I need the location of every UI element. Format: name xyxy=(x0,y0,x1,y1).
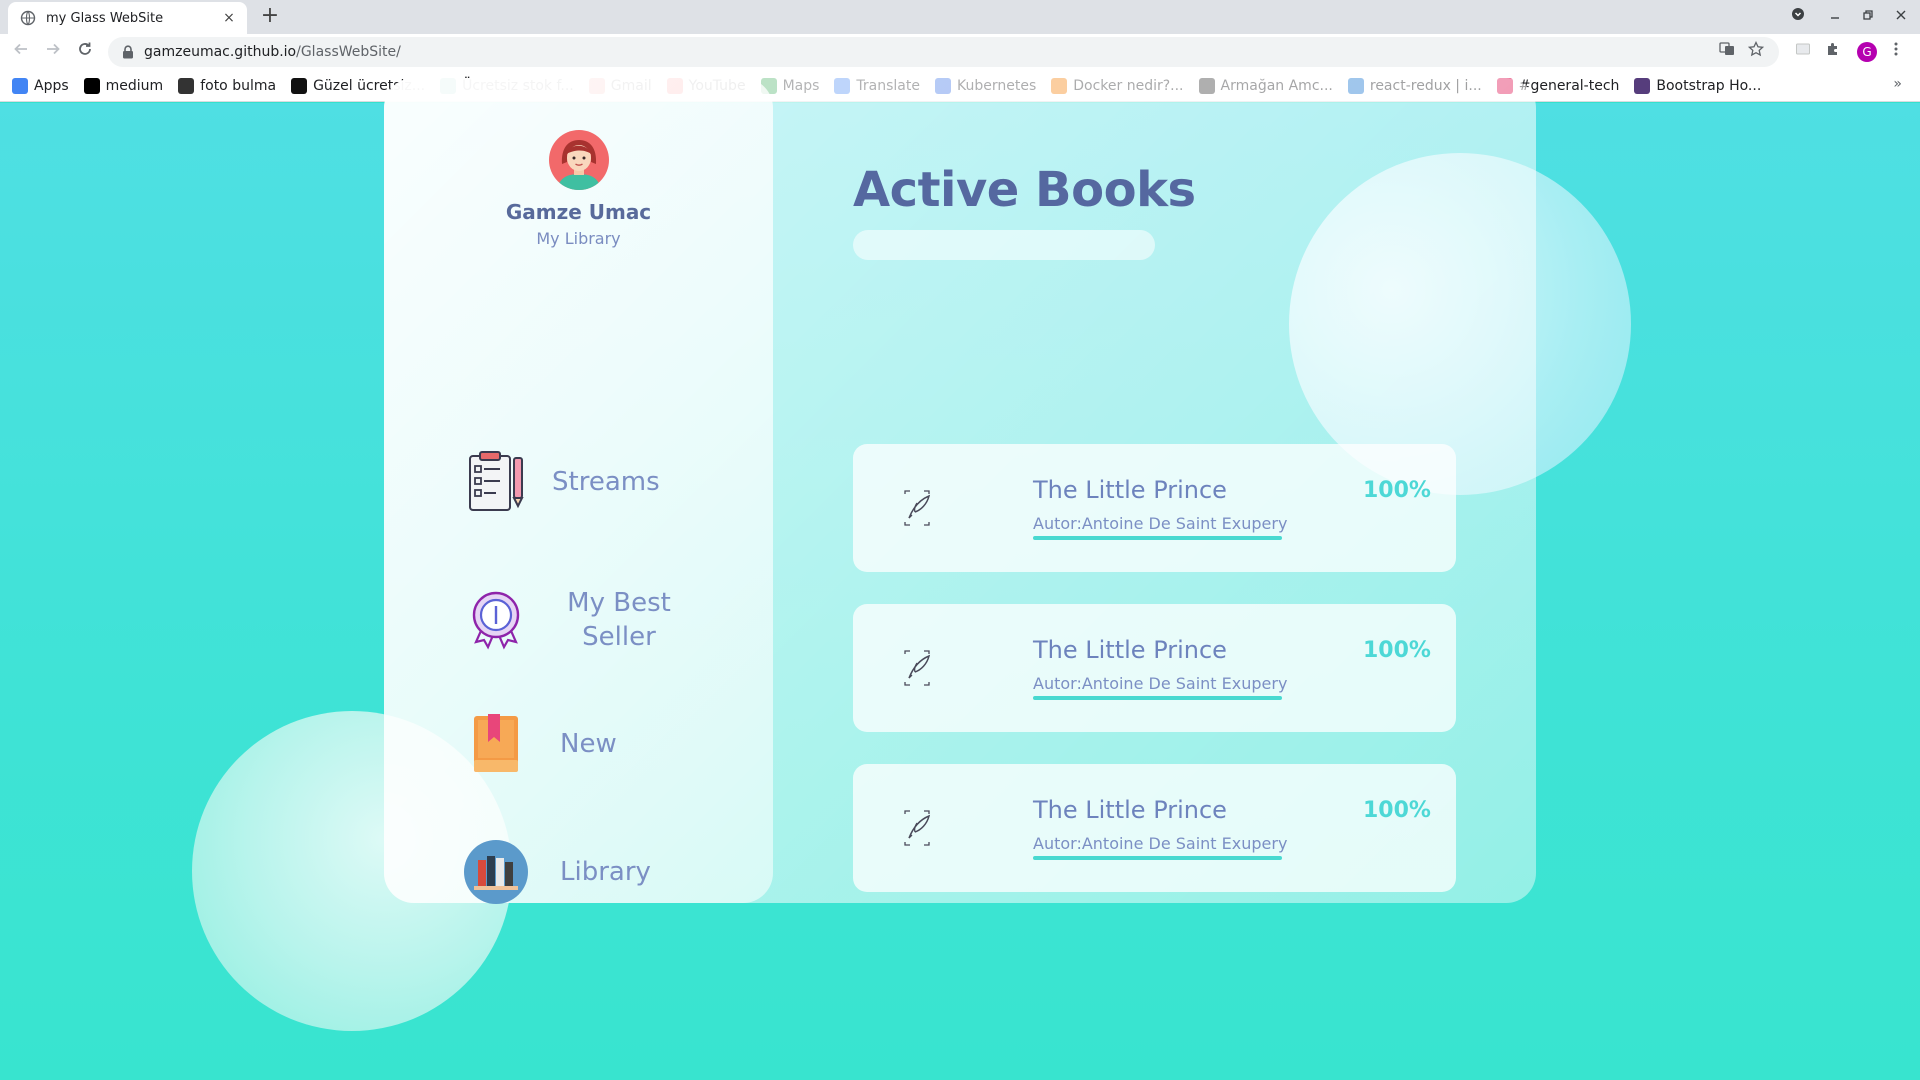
nav-label-streams: Streams xyxy=(552,467,660,497)
medium-icon xyxy=(83,77,100,94)
bookmark-item[interactable]: Bootstrap Ho... xyxy=(1634,77,1762,94)
title-decorative-bar xyxy=(853,230,1155,260)
address-bar[interactable]: gamzeumac.github.io/GlassWebSite/ xyxy=(108,37,1779,67)
nav-label-new: New xyxy=(560,729,617,759)
globe-icon xyxy=(20,10,36,26)
book-author: Autor:Antoine De Saint Exupery xyxy=(1033,674,1288,693)
lock-icon xyxy=(123,45,133,59)
tab-search-icon[interactable] xyxy=(1787,6,1809,28)
apps-grid-icon xyxy=(12,77,28,94)
nav-label-library: Library xyxy=(560,857,651,887)
close-window-icon[interactable] xyxy=(1890,6,1912,28)
feather-quill-icon xyxy=(904,810,931,846)
restore-icon[interactable] xyxy=(1857,6,1879,28)
profile-avatar-icon xyxy=(549,130,609,190)
nav-item-new[interactable]: New xyxy=(384,712,773,782)
browser-toolbar: gamzeumac.github.io/GlassWebSite/ xyxy=(0,34,1920,70)
bookmark-label: foto bulma xyxy=(200,77,277,94)
new-tab-button[interactable]: + xyxy=(258,5,282,29)
extensions-puzzle-icon[interactable] xyxy=(1822,41,1844,63)
nav-label-best-seller: My Best Seller xyxy=(567,588,671,652)
bookmark-item[interactable]: Apps xyxy=(12,77,69,94)
book-author: Autor:Antoine De Saint Exupery xyxy=(1033,514,1288,533)
unsplash-icon xyxy=(291,77,308,94)
book-card[interactable]: The Little Prince Autor:Antoine De Saint … xyxy=(853,444,1456,572)
translate-page-icon[interactable] xyxy=(1716,37,1738,67)
nav-item-library[interactable]: Library xyxy=(384,840,773,910)
bookmarked-book-icon xyxy=(474,714,518,772)
reload-icon[interactable] xyxy=(73,40,97,64)
bookmark-label: #general-tech xyxy=(1518,77,1620,94)
browser-menu-icon[interactable] xyxy=(1885,41,1907,63)
feather-quill-icon xyxy=(904,490,931,526)
nav-item-streams[interactable]: Streams xyxy=(384,450,773,520)
book-progress-underline xyxy=(1033,696,1282,700)
book-author: Autor:Antoine De Saint Exupery xyxy=(1033,834,1288,853)
user-name: Gamze Umac xyxy=(505,200,652,224)
browser-tab-active[interactable]: my Glass WebSite × xyxy=(8,2,247,34)
bookmark-label: Bootstrap Ho... xyxy=(1656,77,1762,94)
bookmark-item[interactable]: medium xyxy=(83,77,164,94)
book-title: The Little Prince xyxy=(1033,476,1227,504)
url-text: gamzeumac.github.io/GlassWebSite/ xyxy=(144,44,401,60)
camera-icon xyxy=(178,77,195,94)
book-progress: 100% xyxy=(1363,478,1431,503)
back-arrow-icon[interactable] xyxy=(9,40,33,64)
minimize-icon[interactable] xyxy=(1824,6,1846,28)
extension-screen-icon[interactable] xyxy=(1792,41,1814,63)
nav-item-best-seller[interactable]: My Best Seller xyxy=(384,580,773,660)
bookmark-label: medium xyxy=(105,77,164,94)
book-progress-underline xyxy=(1033,536,1282,540)
tab-close-icon[interactable]: × xyxy=(221,10,237,26)
bootstrap-icon xyxy=(1634,77,1651,94)
bookmark-item[interactable]: foto bulma xyxy=(178,77,277,94)
forward-arrow-icon[interactable] xyxy=(41,40,65,64)
book-title: The Little Prince xyxy=(1033,796,1227,824)
bookmark-label: Apps xyxy=(34,77,69,94)
page-title: Active Books xyxy=(853,162,1196,218)
bookmarks-overflow-icon[interactable]: » xyxy=(1893,76,1902,92)
profile-avatar[interactable]: G xyxy=(1857,42,1877,62)
book-progress: 100% xyxy=(1363,638,1431,663)
book-card[interactable]: The Little Prince Autor:Antoine De Saint … xyxy=(853,764,1456,892)
book-progress: 100% xyxy=(1363,798,1431,823)
book-title: The Little Prince xyxy=(1033,636,1227,664)
user-subtitle: My Library xyxy=(536,229,621,248)
bookshelf-icon xyxy=(464,840,528,904)
book-card[interactable]: The Little Prince Autor:Antoine De Saint … xyxy=(853,604,1456,732)
award-badge-icon xyxy=(472,591,520,650)
bookmark-star-icon[interactable] xyxy=(1745,37,1767,67)
tab-title: my Glass WebSite xyxy=(46,10,164,26)
clipboard-checklist-icon xyxy=(469,451,524,511)
book-progress-underline xyxy=(1033,856,1282,860)
browser-tab-strip: my Glass WebSite × + xyxy=(0,0,1920,34)
feather-quill-icon xyxy=(904,650,931,686)
